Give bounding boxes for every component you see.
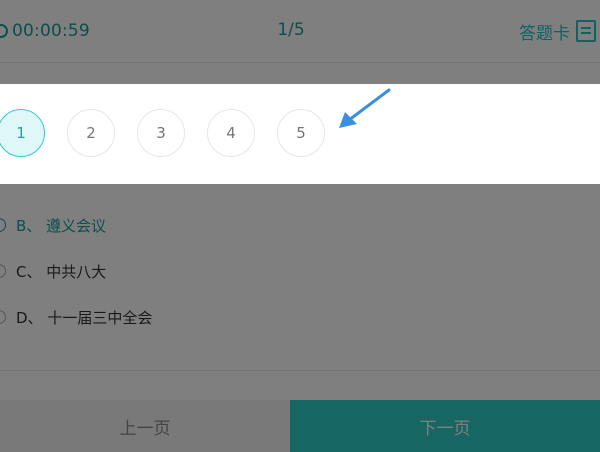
question-number-1[interactable]: 1 — [0, 109, 45, 157]
question-number-5[interactable]: 5 — [277, 109, 325, 157]
answer-card-panel: 1 2 3 4 5 — [0, 84, 600, 184]
pointer-arrow-icon — [339, 88, 391, 128]
modal-overlay[interactable] — [0, 0, 600, 452]
question-number-3[interactable]: 3 — [137, 109, 185, 157]
question-number-4[interactable]: 4 — [207, 109, 255, 157]
question-number-2[interactable]: 2 — [67, 109, 115, 157]
